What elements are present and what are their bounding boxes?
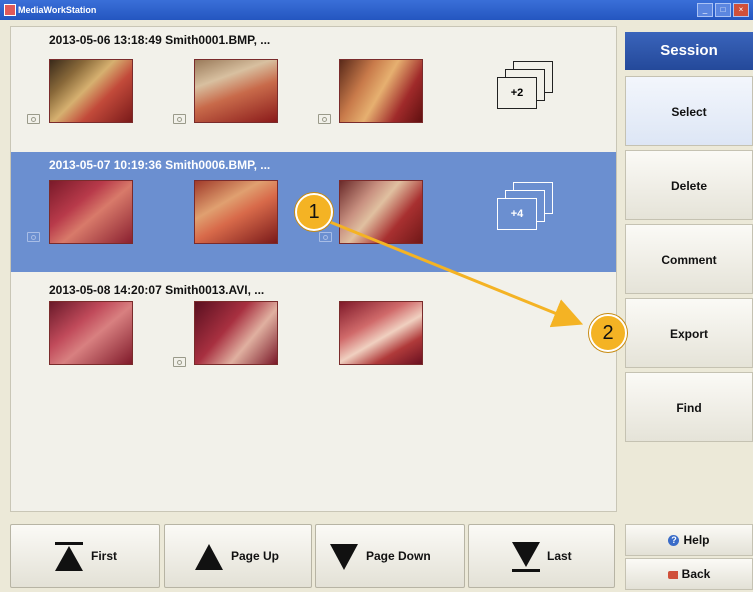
session-header: 2013-05-07 10:19:36 Smith0006.BMP, ...: [49, 158, 271, 172]
more-images-stack[interactable]: +4: [497, 182, 557, 234]
delete-button[interactable]: Delete: [625, 150, 753, 220]
arrow-down-icon: [330, 544, 358, 570]
surgical-thumbnail[interactable]: [194, 59, 278, 123]
close-icon[interactable]: ×: [733, 3, 749, 17]
last-icon: [512, 542, 540, 572]
surgical-thumbnail[interactable]: [49, 301, 133, 365]
last-page-button[interactable]: Last: [468, 524, 615, 588]
callout-2: 2: [589, 314, 627, 352]
surgical-thumbnail[interactable]: [49, 180, 133, 244]
back-button[interactable]: Back: [625, 558, 753, 590]
minimize-icon[interactable]: _: [697, 3, 713, 17]
callout-1: 1: [295, 193, 333, 231]
export-button[interactable]: Export: [625, 298, 753, 368]
surgical-thumbnail[interactable]: [339, 180, 423, 244]
stack-card: +4: [497, 198, 537, 230]
camera-icon: [319, 232, 332, 242]
more-images-stack[interactable]: +2: [497, 61, 557, 113]
window-titlebar: MediaWorkStation _ □ ×: [0, 0, 753, 20]
maximize-icon[interactable]: □: [715, 3, 731, 17]
session-row[interactable]: 2013-05-06 13:18:49 Smith0001.BMP, ... +…: [11, 27, 616, 143]
select-button[interactable]: Select: [625, 76, 753, 146]
page-down-button[interactable]: Page Down: [315, 524, 465, 588]
window-controls: _ □ ×: [697, 3, 749, 17]
surgical-thumbnail[interactable]: [49, 59, 133, 123]
surgical-thumbnail[interactable]: [194, 180, 278, 244]
window-title: MediaWorkStation: [18, 5, 97, 15]
page-down-label: Page Down: [366, 549, 431, 563]
find-button[interactable]: Find: [625, 372, 753, 442]
navigation-bar: First Page Up Page Down Last: [10, 520, 615, 588]
session-header: 2013-05-06 13:18:49 Smith0001.BMP, ...: [49, 33, 271, 47]
session-header: 2013-05-08 14:20:07 Smith0013.AVI, ...: [49, 283, 265, 297]
help-button[interactable]: ? Help: [625, 524, 753, 556]
camera-icon: [27, 232, 40, 242]
session-title: Session: [625, 32, 753, 70]
comment-button[interactable]: Comment: [625, 224, 753, 294]
camera-icon: [27, 114, 40, 124]
camera-icon: [173, 357, 186, 367]
camera-icon: [318, 114, 331, 124]
back-arrow-icon: [667, 570, 678, 579]
help-icon: ?: [668, 535, 680, 547]
camera-icon: [173, 114, 186, 124]
arrow-up-icon: [195, 544, 223, 570]
back-label: Back: [681, 567, 711, 581]
page-up-button[interactable]: Page Up: [164, 524, 312, 588]
surgical-thumbnail[interactable]: [339, 59, 423, 123]
side-panel: Session Select Delete Comment Export Fin…: [625, 26, 753, 592]
stack-card: +2: [497, 77, 537, 109]
session-list: 2013-05-06 13:18:49 Smith0001.BMP, ... +…: [10, 26, 617, 512]
first-page-button[interactable]: First: [10, 524, 160, 588]
page-up-label: Page Up: [231, 549, 280, 563]
help-label: Help: [683, 533, 710, 547]
surgical-thumbnail[interactable]: [194, 301, 278, 365]
surgical-thumbnail[interactable]: [339, 301, 423, 365]
more-count: +2: [510, 87, 524, 99]
first-icon: [55, 542, 83, 571]
app-icon: [4, 4, 16, 16]
more-count: +4: [510, 208, 524, 220]
first-label: First: [91, 549, 118, 563]
session-row[interactable]: 2013-05-08 14:20:07 Smith0013.AVI, ...: [11, 277, 616, 393]
last-label: Last: [547, 549, 572, 563]
